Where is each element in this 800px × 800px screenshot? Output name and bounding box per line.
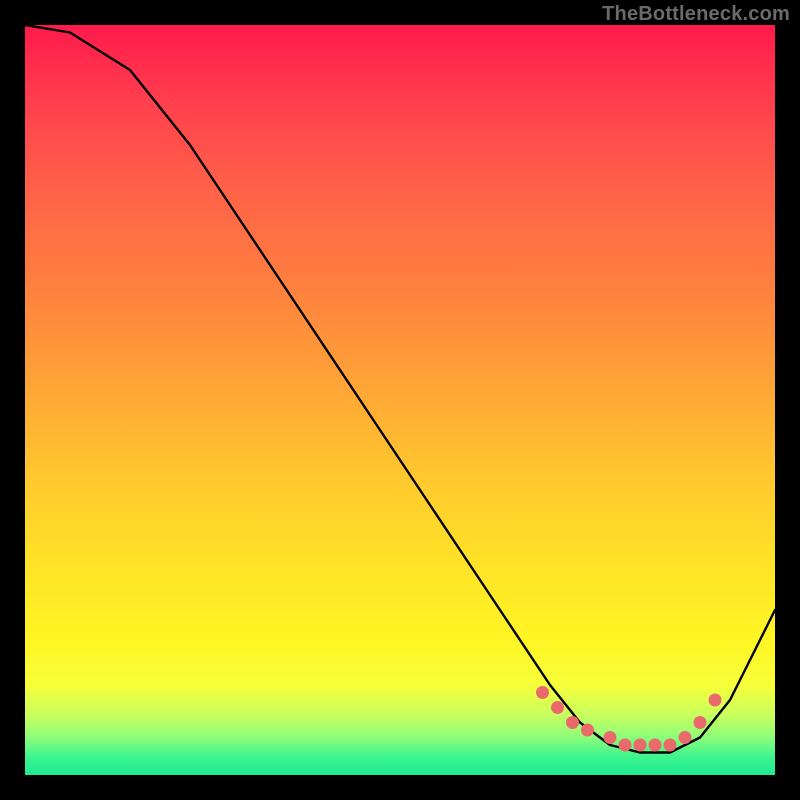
curve-line xyxy=(25,25,775,753)
marker-dot xyxy=(604,731,617,744)
marker-dot xyxy=(694,716,707,729)
marker-dot xyxy=(619,739,632,752)
marker-dot xyxy=(634,739,647,752)
marker-dot xyxy=(551,701,564,714)
chart-container: TheBottleneck.com xyxy=(0,0,800,800)
marker-dot xyxy=(649,739,662,752)
marker-dot xyxy=(709,694,722,707)
marker-dot xyxy=(664,739,677,752)
plot-area xyxy=(25,25,775,775)
marker-dot xyxy=(679,731,692,744)
marker-dot xyxy=(566,716,579,729)
attribution-text: TheBottleneck.com xyxy=(602,3,790,26)
marker-dot xyxy=(536,686,549,699)
marker-dot xyxy=(581,724,594,737)
chart-svg xyxy=(25,25,775,775)
